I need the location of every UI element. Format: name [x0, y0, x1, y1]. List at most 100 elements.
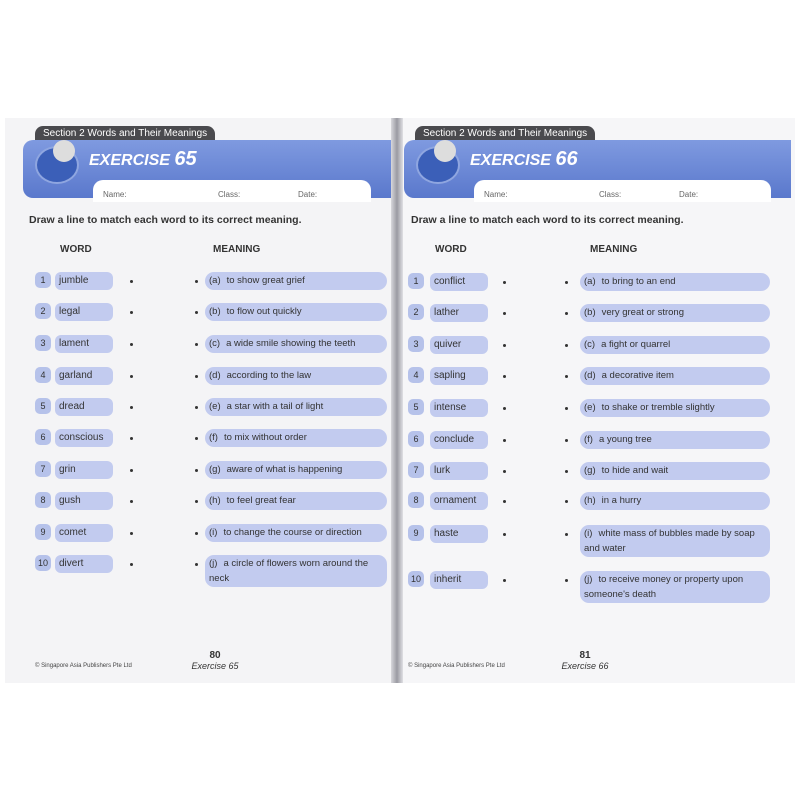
- meaning-dot[interactable]: [565, 579, 568, 582]
- ladybug-mascot-icon: [35, 140, 79, 184]
- class-label: Class:: [218, 190, 241, 199]
- row-number: 2: [408, 304, 424, 320]
- left-page: Section 2 Words and Their Meanings EXERC…: [5, 118, 395, 683]
- word-dot[interactable]: [130, 406, 133, 409]
- match-row: 3 quiver (c) a fight or quarrel: [400, 336, 795, 356]
- meaning-dot[interactable]: [565, 533, 568, 536]
- match-row: 6 conscious (f) to mix without order: [5, 429, 395, 449]
- match-row: 10 divert (j) a circle of flowers worn ar…: [5, 555, 395, 587]
- row-number: 6: [35, 429, 51, 445]
- word-pill: conscious: [55, 429, 113, 447]
- meaning-dot[interactable]: [565, 470, 568, 473]
- meaning-dot[interactable]: [565, 312, 568, 315]
- meaning-dot[interactable]: [195, 532, 198, 535]
- word-pill: legal: [55, 303, 113, 321]
- word-dot[interactable]: [503, 500, 506, 503]
- meaning-pill: (e) to shake or tremble slightly: [580, 399, 770, 417]
- word-dot[interactable]: [503, 470, 506, 473]
- meaning-dot[interactable]: [565, 281, 568, 284]
- match-row: 8 ornament (h) in a hurry: [400, 492, 795, 512]
- word-dot[interactable]: [130, 563, 133, 566]
- match-row: 9 haste (i) white mass of bubbles made by…: [400, 525, 795, 557]
- meaning-pill: (h) to feel great fear: [205, 492, 387, 510]
- meaning-dot[interactable]: [195, 500, 198, 503]
- instruction: Draw a line to match each word to its co…: [411, 214, 684, 226]
- row-number: 5: [408, 399, 424, 415]
- meaning-dot[interactable]: [565, 375, 568, 378]
- word-pill: gush: [55, 492, 113, 510]
- word-header: WORD: [435, 244, 467, 255]
- word-dot[interactable]: [503, 281, 506, 284]
- meaning-dot[interactable]: [565, 407, 568, 410]
- meaning-dot[interactable]: [195, 280, 198, 283]
- meaning-dot[interactable]: [565, 500, 568, 503]
- date-label: Date:: [679, 190, 699, 199]
- word-dot[interactable]: [503, 407, 506, 410]
- meaning-pill: (a) to show great grief: [205, 272, 387, 290]
- meaning-dot[interactable]: [195, 343, 198, 346]
- word-dot[interactable]: [130, 500, 133, 503]
- row-number: 3: [35, 335, 51, 351]
- meaning-dot[interactable]: [195, 437, 198, 440]
- row-number: 1: [35, 272, 51, 288]
- meaning-pill: (i) white mass of bubbles made by soap an…: [580, 525, 770, 557]
- word-pill: lament: [55, 335, 113, 353]
- word-dot[interactable]: [130, 311, 133, 314]
- word-pill: comet: [55, 524, 113, 542]
- match-row: 4 garland (d) according to the law: [5, 367, 395, 387]
- row-number: 2: [35, 303, 51, 319]
- word-dot[interactable]: [130, 532, 133, 535]
- meaning-dot[interactable]: [195, 469, 198, 472]
- word-dot[interactable]: [503, 312, 506, 315]
- meaning-dot[interactable]: [195, 563, 198, 566]
- name-class-date-fields: Name: Class: Date:: [93, 180, 371, 202]
- word-pill: dread: [55, 398, 113, 416]
- meaning-dot[interactable]: [565, 439, 568, 442]
- word-pill: sapling: [430, 367, 488, 385]
- date-label: Date:: [298, 190, 318, 199]
- word-dot[interactable]: [503, 375, 506, 378]
- word-dot[interactable]: [130, 437, 133, 440]
- meaning-pill: (f) to mix without order: [205, 429, 387, 447]
- meaning-pill: (a) to bring to an end: [580, 273, 770, 291]
- meaning-pill: (g) to hide and wait: [580, 462, 770, 480]
- word-dot[interactable]: [130, 469, 133, 472]
- word-header: WORD: [60, 244, 92, 255]
- word-pill: haste: [430, 525, 488, 543]
- meaning-header: MEANING: [590, 244, 638, 255]
- word-dot[interactable]: [130, 280, 133, 283]
- name-class-date-fields: Name: Class: Date:: [474, 180, 771, 202]
- meaning-pill: (f) a young tree: [580, 431, 770, 449]
- word-dot[interactable]: [130, 375, 133, 378]
- word-dot[interactable]: [503, 533, 506, 536]
- meaning-pill: (g) aware of what is happening: [205, 461, 387, 479]
- meaning-dot[interactable]: [195, 311, 198, 314]
- class-label: Class:: [599, 190, 622, 199]
- word-pill: ornament: [430, 492, 488, 510]
- meaning-dot[interactable]: [195, 406, 198, 409]
- exercise-banner: EXERCISE 65 Name: Class: Date:: [23, 140, 391, 202]
- page-number: 81 Exercise 66: [561, 650, 609, 671]
- word-dot[interactable]: [503, 579, 506, 582]
- row-number: 9: [35, 524, 51, 540]
- meaning-pill: (j) a circle of flowers worn around the n…: [205, 555, 387, 587]
- word-pill: conclude: [430, 431, 488, 449]
- word-pill: jumble: [55, 272, 113, 290]
- word-dot[interactable]: [503, 344, 506, 347]
- meaning-pill: (h) in a hurry: [580, 492, 770, 510]
- meaning-pill: (e) a star with a tail of light: [205, 398, 387, 416]
- meaning-pill: (b) very great or strong: [580, 304, 770, 322]
- meaning-dot[interactable]: [195, 375, 198, 378]
- meaning-dot[interactable]: [565, 344, 568, 347]
- word-dot[interactable]: [130, 343, 133, 346]
- word-dot[interactable]: [503, 439, 506, 442]
- copyright: © Singapore Asia Publishers Pte Ltd: [35, 663, 132, 669]
- match-row: 6 conclude (f) a young tree: [400, 431, 795, 451]
- word-pill: intense: [430, 399, 488, 417]
- row-number: 8: [35, 492, 51, 508]
- instruction: Draw a line to match each word to its co…: [29, 214, 302, 226]
- match-row: 1 conflict (a) to bring to an end: [400, 273, 795, 293]
- section-tab: Section 2 Words and Their Meanings: [35, 126, 216, 141]
- row-number: 5: [35, 398, 51, 414]
- word-pill: conflict: [430, 273, 488, 291]
